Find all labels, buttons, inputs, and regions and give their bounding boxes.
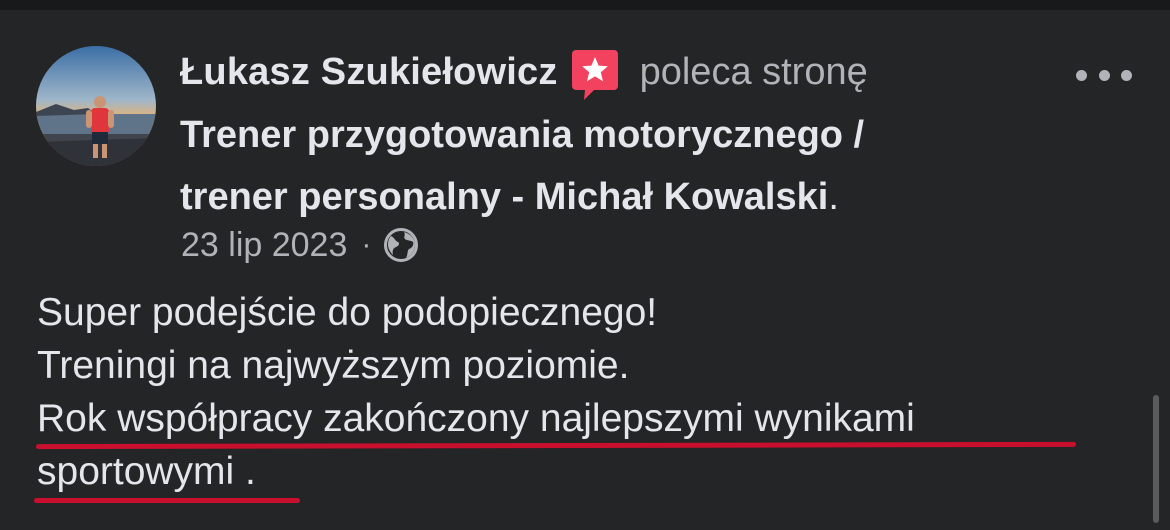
globe-icon[interactable]: [383, 227, 419, 263]
top-divider: [0, 0, 1170, 10]
scrollbar-thumb[interactable]: [1153, 395, 1159, 523]
recommendation-action-text: poleca stronę: [639, 50, 868, 93]
post-date[interactable]: 23 lip 2023: [181, 226, 347, 265]
recommended-page-name[interactable]: Trener przygotowania motorycznego / tren…: [180, 104, 1040, 228]
page-name-line-1: Trener przygotowania motorycznego /: [180, 114, 865, 156]
avatar-photo: [36, 46, 156, 166]
more-dot: [1098, 69, 1110, 81]
post-text-line: sportowymi .: [37, 450, 256, 493]
post-text-line: Rok współpracy zakończony najlepszymi wy…: [37, 397, 915, 440]
meta-separator: ·: [361, 228, 372, 261]
post-meta: 23 lip 2023 ·: [181, 220, 419, 270]
post-text-line: Treningi na najwyższym poziomie.: [37, 344, 630, 387]
author-avatar[interactable]: [36, 46, 156, 166]
post-text: Super podejście do podopiecznego! Trenin…: [37, 286, 1117, 498]
more-dot: [1076, 69, 1087, 81]
page-name-period: .: [828, 176, 839, 218]
more-dot: [1121, 69, 1132, 81]
page-name-line-2: trener personalny - Michał Kowalski: [180, 176, 829, 218]
post-header: Łukasz Szukiełowicz poleca stronę: [180, 42, 868, 102]
red-underline-mark: [34, 498, 300, 503]
recommendation-star-icon: [570, 46, 620, 102]
post-screen: Łukasz Szukiełowicz poleca stronę Trener…: [0, 0, 1170, 530]
post-text-line: Super podejście do podopiecznego!: [37, 291, 658, 334]
more-options-button[interactable]: [1076, 60, 1132, 90]
author-name[interactable]: Łukasz Szukiełowicz: [180, 51, 558, 94]
